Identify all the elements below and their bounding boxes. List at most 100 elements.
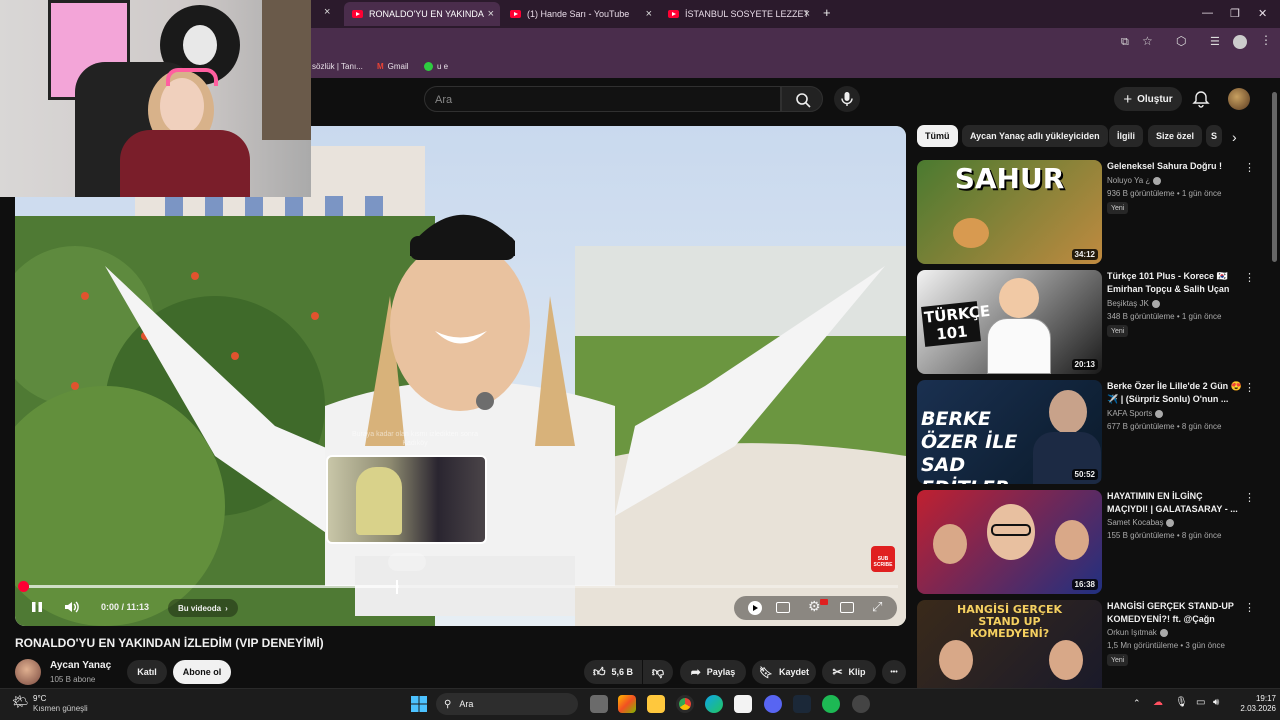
store-icon[interactable]: [734, 695, 752, 713]
more-options-icon[interactable]: ⋮: [1244, 271, 1255, 284]
widgets-icon[interactable]: [618, 695, 636, 713]
subscribe-button[interactable]: Abone ol: [173, 660, 231, 684]
captions-icon[interactable]: [776, 602, 790, 613]
related-title[interactable]: HANGİSİ GERÇEK STAND-UP KOMEDYENİ?! ft. …: [1107, 600, 1242, 626]
miniplayer-icon[interactable]: [840, 602, 854, 613]
bookmark-ue[interactable]: u e: [424, 62, 448, 71]
new-tab-button[interactable]: +: [823, 5, 831, 20]
close-tab-icon[interactable]: ×: [324, 6, 330, 18]
menu-icon[interactable]: ⋮: [1260, 33, 1272, 47]
weather-widget[interactable]: 9°C Kısmen güneşli: [33, 694, 88, 714]
cast-icon[interactable]: ⧉: [1121, 36, 1129, 49]
more-options-icon[interactable]: ⋮: [1244, 381, 1255, 394]
close-tab-icon[interactable]: ×: [804, 8, 810, 20]
taskbar-search[interactable]: ⚲ Ara: [436, 693, 578, 715]
scrollbar[interactable]: [1272, 92, 1277, 262]
search-button[interactable]: [781, 86, 823, 112]
related-thumbnail[interactable]: 16:38: [917, 490, 1102, 594]
progress-bar[interactable]: [22, 585, 898, 588]
close-window-icon[interactable]: ✕: [1258, 7, 1267, 20]
chevron-right-icon[interactable]: ›: [1232, 129, 1237, 145]
file-explorer-icon[interactable]: [647, 695, 665, 713]
chip-more[interactable]: S: [1206, 125, 1222, 147]
edge-icon[interactable]: [705, 695, 723, 713]
new-badge: Yeni: [1107, 202, 1129, 214]
share-button[interactable]: ➦ Paylaş: [680, 660, 746, 684]
related-thumbnail[interactable]: SAHUR 34:12: [917, 160, 1102, 264]
related-title[interactable]: HAYATIMIN EN İLGİNÇ MAÇIYDI! | GALATASAR…: [1107, 490, 1242, 516]
related-title[interactable]: Türkçe 101 Plus - Korece 🇰🇷 Emirhan Topç…: [1107, 270, 1242, 296]
speaker-icon[interactable]: 🔊︎: [1213, 697, 1219, 708]
tray-app-icon[interactable]: ☁: [1153, 697, 1163, 708]
chip-from-uploader[interactable]: Aycan Yanaç adlı yükleyiciden: [962, 125, 1108, 147]
join-button[interactable]: Katıl: [127, 660, 167, 684]
voice-search-button[interactable]: [834, 86, 860, 112]
create-button[interactable]: + Oluştur: [1114, 87, 1182, 111]
volume-icon[interactable]: [63, 599, 81, 615]
close-tab-icon[interactable]: ×: [646, 8, 652, 20]
related-title[interactable]: Geleneksel Sahura Doğru !: [1107, 160, 1242, 173]
account-avatar[interactable]: [1228, 88, 1250, 110]
related-channel[interactable]: KAFA Sports: [1107, 409, 1164, 418]
related-channel[interactable]: Orkun Işıtmak: [1107, 628, 1168, 637]
steam-icon[interactable]: [793, 695, 811, 713]
related-channel[interactable]: Samet Kocabaş: [1107, 518, 1175, 527]
related-thumbnail[interactable]: TÜRKÇE 101 20:13: [917, 270, 1102, 374]
video-frame: [15, 126, 906, 626]
scrubber-handle[interactable]: [18, 581, 29, 592]
bookmark-sozluk[interactable]: sözlük | Tanı...: [312, 62, 363, 71]
tab-hande-sari[interactable]: (1) Hande Sarı - YouTube ×: [502, 2, 658, 26]
related-thumbnail[interactable]: BERKE ÖZER İLE SAD EDİTLER 50:52: [917, 380, 1102, 484]
verified-icon: [1155, 409, 1164, 418]
search-input[interactable]: Ara: [424, 86, 781, 112]
like-button[interactable]: 👍︎ 5,6 B: [584, 660, 642, 684]
task-view-icon[interactable]: [590, 695, 608, 713]
minimize-icon[interactable]: —: [1202, 7, 1213, 19]
channel-avatar[interactable]: [15, 659, 41, 685]
close-tab-icon[interactable]: ×: [488, 8, 494, 20]
in-video-chapters-button[interactable]: Bu videoda ›: [168, 599, 238, 617]
related-channel[interactable]: Beşiktaş JK: [1107, 299, 1160, 308]
network-icon[interactable]: ▭: [1196, 697, 1205, 708]
video-player[interactable]: SUB SCRIBE: [15, 126, 906, 626]
windows-start-icon[interactable]: [410, 695, 428, 713]
chip-all[interactable]: Tümü: [917, 125, 958, 147]
chrome-icon[interactable]: [676, 695, 694, 713]
related-thumbnail[interactable]: HANGİSİ GERÇEK STAND UP KOMEDYENİ?: [917, 600, 1102, 688]
clip-button[interactable]: ✂ Klip: [822, 660, 876, 684]
notifications-button[interactable]: [1192, 90, 1210, 108]
dislike-button[interactable]: 👎︎: [643, 660, 673, 684]
related-title[interactable]: Berke Özer İle Lille'de 2 Gün 😍✈️ | (Sür…: [1107, 380, 1242, 406]
microphone-icon[interactable]: 🎙︎: [1175, 697, 1188, 708]
more-options-icon[interactable]: ⋮: [1244, 601, 1255, 614]
spotify-icon[interactable]: [822, 695, 840, 713]
discord-icon[interactable]: [764, 695, 782, 713]
pause-icon[interactable]: [30, 600, 44, 614]
verified-icon: [1151, 299, 1160, 308]
tab-active[interactable]: RONALDO'YU EN YAKINDA ×: [344, 2, 500, 26]
bookmark-star-icon[interactable]: ☆: [1142, 34, 1153, 48]
clock[interactable]: 19:17 2.03.2026: [1228, 694, 1276, 714]
fullscreen-icon[interactable]: ⤢: [872, 599, 882, 615]
more-options-icon[interactable]: ⋮: [1244, 491, 1255, 504]
new-badge: Yeni: [1107, 325, 1129, 337]
more-actions-button[interactable]: •••: [882, 660, 906, 684]
profile-icon[interactable]: [1233, 35, 1247, 49]
chevron-up-icon[interactable]: ⌃: [1133, 698, 1141, 709]
channel-name[interactable]: Aycan Yanaç: [50, 660, 111, 671]
youtube-icon: [668, 10, 679, 18]
chip-related[interactable]: İlgili: [1109, 125, 1143, 147]
subscribe-watermark[interactable]: SUB SCRIBE: [871, 546, 895, 572]
reading-list-icon[interactable]: ☰: [1210, 35, 1220, 48]
restore-icon[interactable]: ❐: [1230, 7, 1240, 20]
extensions-icon[interactable]: ⬡: [1176, 34, 1186, 48]
chip-for-you[interactable]: Size özel: [1148, 125, 1203, 147]
tab-istanbul[interactable]: İSTANBUL SOSYETE LEZZETLERİ ×: [660, 2, 816, 26]
related-channel[interactable]: Noluyo Ya ¿: [1107, 176, 1162, 185]
settings-gear-icon[interactable]: ⚙: [808, 598, 821, 615]
plus-icon: +: [1123, 90, 1133, 108]
save-button[interactable]: 🔖︎ Kaydet: [752, 660, 816, 684]
obs-icon[interactable]: [852, 695, 870, 713]
more-options-icon[interactable]: ⋮: [1244, 161, 1255, 174]
bookmark-gmail[interactable]: M Gmail: [377, 62, 409, 71]
